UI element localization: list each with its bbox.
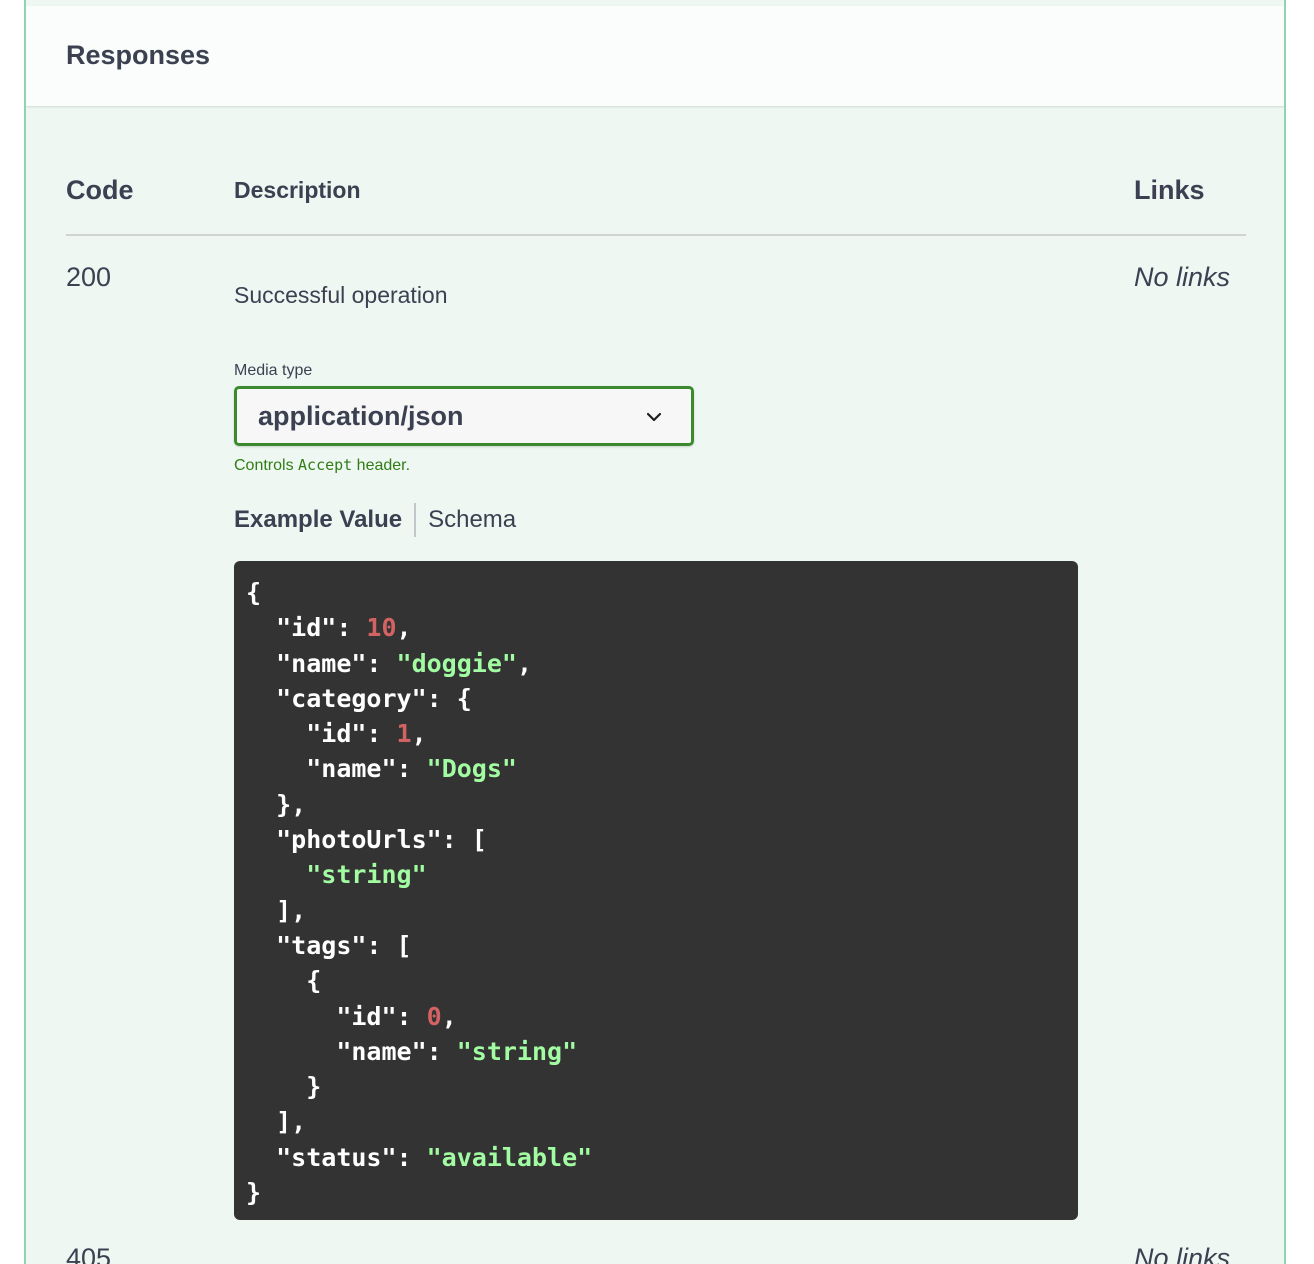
header-divider <box>66 234 1246 236</box>
json-line: } <box>246 1178 261 1207</box>
json-punct: , <box>411 719 427 749</box>
example-value-code-block[interactable]: { "id": 10, "name": "doggie", "category"… <box>234 561 1078 1220</box>
json-string: "doggie" <box>396 648 517 678</box>
json-key: "id": <box>276 613 367 643</box>
json-key: "name": <box>336 1036 457 1066</box>
json-number: 10 <box>366 613 397 643</box>
json-line: "category": { <box>246 684 472 713</box>
json-line: "id": 0, <box>246 1001 457 1031</box>
media-type-value: application/json <box>258 401 464 431</box>
json-key: "tags": [ <box>276 930 412 960</box>
json-line: ], <box>246 1107 306 1136</box>
media-type-label: Media type <box>234 362 313 379</box>
tab-separator <box>414 503 417 537</box>
json-punct: } <box>306 1072 322 1102</box>
accept-note-code: Accept <box>298 456 353 474</box>
json-line: "name": "string" <box>246 1037 577 1066</box>
json-string: "string" <box>456 1036 578 1066</box>
json-punct: { <box>246 578 262 607</box>
response-description: Successful operation <box>234 282 448 308</box>
json-punct: ], <box>276 1107 307 1137</box>
media-type-select[interactable]: application/json <box>234 386 694 446</box>
json-punct: } <box>246 1178 262 1208</box>
json-string: "available" <box>426 1142 593 1172</box>
json-line: { <box>246 578 261 607</box>
json-key: "photoUrls": [ <box>276 825 487 855</box>
chevron-down-icon <box>647 412 661 422</box>
json-punct: , <box>441 1001 457 1031</box>
json-key: "category": { <box>276 683 472 713</box>
accept-note-prefix: Controls <box>234 457 299 474</box>
json-line: "id": 1, <box>246 719 427 749</box>
json-punct: }, <box>276 789 307 819</box>
json-line: } <box>246 1072 321 1101</box>
json-number: 0 <box>426 1001 442 1031</box>
response-code-200: 200 <box>66 262 112 292</box>
example-json: { "id": 10, "name": "doggie", "category"… <box>246 575 1078 1210</box>
json-string: "Dogs" <box>426 754 517 784</box>
example-tabs: Example Value Schema <box>234 503 516 537</box>
json-line: "name": "doggie", <box>246 649 532 678</box>
json-key: "id": <box>306 719 397 749</box>
json-punct: , <box>516 648 533 678</box>
json-line: "tags": [ <box>246 930 412 960</box>
json-line: "name": "Dogs" <box>246 754 517 783</box>
tab-schema[interactable]: Schema <box>428 506 516 534</box>
responses-panel: Responses Code Description Links 200 Suc… <box>24 0 1286 1264</box>
json-line: ], <box>246 896 306 925</box>
json-key: "id": <box>336 1001 427 1031</box>
json-key: "status": <box>276 1142 427 1172</box>
json-key: "name": <box>276 648 397 678</box>
column-header-code: Code <box>66 175 134 205</box>
column-header-links: Links <box>1134 175 1205 205</box>
json-line: }, <box>246 790 306 819</box>
json-line: "photoUrls": [ <box>246 825 487 854</box>
json-line: "id": 10, <box>246 613 412 643</box>
responses-header: Responses <box>26 6 1284 106</box>
column-header-description: Description <box>234 177 361 203</box>
json-line: "string" <box>246 860 427 890</box>
accept-header-note: Controls Accept header. <box>234 456 410 475</box>
json-line: { <box>246 966 321 995</box>
response-links-405: No links <box>1134 1243 1231 1264</box>
response-code-405: 405 <box>66 1243 112 1264</box>
accept-note-suffix: header. <box>352 457 411 474</box>
json-number: 1 <box>396 719 412 749</box>
json-string: "string" <box>306 860 427 890</box>
json-punct: , <box>396 613 412 643</box>
json-line: "status": "available" <box>246 1143 592 1172</box>
response-links: No links <box>1134 262 1231 292</box>
json-punct: { <box>306 966 322 996</box>
json-key: "name": <box>306 754 427 784</box>
json-punct: ], <box>276 895 307 925</box>
responses-title: Responses <box>66 40 211 70</box>
tab-example-value[interactable]: Example Value <box>234 506 402 534</box>
